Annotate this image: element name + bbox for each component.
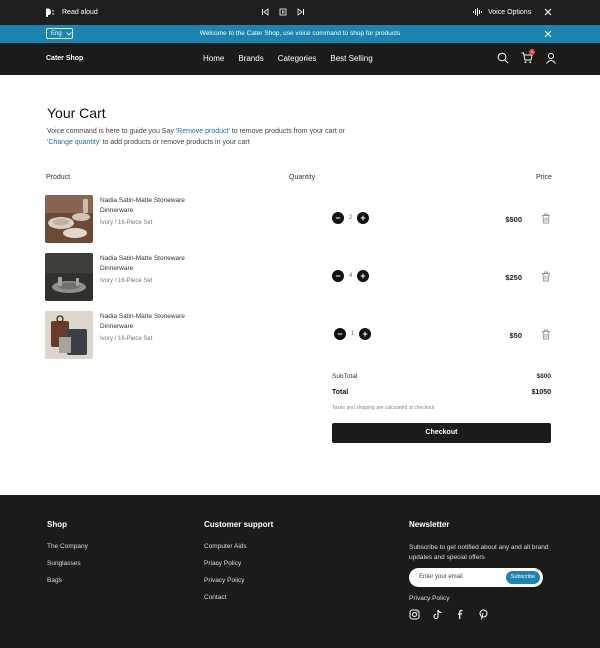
cart-item: Nadia Satin-Matte Stoneware Dinnerware I… [45,253,555,301]
plus-icon[interactable]: + [359,328,371,340]
read-aloud-control[interactable]: Read aloud [45,8,98,17]
plus-icon[interactable]: + [357,212,369,224]
page-title: Your Cart [47,105,106,121]
product-name[interactable]: Nadia Satin-Matte Stoneware Dinnerware [100,312,200,332]
column-header-product: Product [46,174,71,181]
facebook-icon[interactable] [455,609,466,620]
quantity-stepper: − 2 + [332,212,369,224]
nav-links: Home Brands Categories Best Selling [203,54,373,63]
main-nav: Cater Shop Home Brands Categories Best S… [0,43,600,75]
instructions-suffix: to add products or remove products in yo… [100,139,250,146]
product-image[interactable] [45,311,93,359]
footer-newsletter-column: Newsletter Subscribe to get notified abo… [409,520,554,620]
nav-link-brands[interactable]: Brands [238,54,263,63]
read-aloud-label: Read aloud [62,9,98,16]
product-image[interactable] [45,253,93,301]
instagram-icon[interactable] [409,609,420,620]
minus-icon[interactable]: − [332,212,344,224]
nav-link-best-selling[interactable]: Best Selling [330,54,372,63]
tiktok-icon[interactable] [432,609,443,620]
quantity-value: 4 [348,273,353,279]
footer-support-column: Customer support Computer Aids Priacy Po… [204,520,273,611]
announcement-bar: Eng Welcome to the Cater Shop, use voice… [0,25,600,43]
pinterest-icon[interactable] [478,609,489,620]
nav-link-home[interactable]: Home [203,54,224,63]
remove-product-command: 'Remove product' [175,128,230,135]
column-header-price: Price [536,174,552,181]
item-price: $250 [505,273,522,282]
plus-icon[interactable]: + [357,270,369,282]
pause-icon[interactable] [279,8,287,16]
skip-back-icon[interactable] [261,8,269,16]
skip-forward-icon[interactable] [297,8,305,16]
subtotal-value: $800 [536,373,551,380]
footer: Shop The Company Sunglasses Bags Custome… [0,495,600,648]
column-header-quantity: Quantity [289,174,316,181]
nav-icons: 1 [497,49,557,64]
checkout-button[interactable]: Checkout [332,423,551,443]
product-variant: Ivory / 16-Piece Set [100,278,153,284]
footer-link[interactable]: Privacy Policy [204,577,273,584]
voice-options-label: Voice Options [488,8,532,16]
total-value: $1050 [531,389,551,396]
quantity-stepper: − 4 + [332,270,369,282]
brand-logo[interactable]: Cater Shop [46,55,83,62]
voice-instructions: Voice command is here to guide you Say '… [47,126,347,148]
close-icon[interactable] [543,29,553,39]
minus-icon[interactable]: − [334,328,346,340]
email-input[interactable]: Enter your email [419,574,463,580]
product-variant: Ivory / 16-Piece Set [100,220,153,226]
footer-link[interactable]: Contact [204,594,273,601]
footer-link[interactable]: Computer Aids [204,543,273,550]
instructions-prefix: Voice command is here to guide you Say [47,128,176,135]
search-icon[interactable] [497,52,509,64]
nav-link-categories[interactable]: Categories [278,54,317,63]
total-label: Total [332,389,349,396]
footer-shop-column: Shop The Company Sunglasses Bags [47,520,88,594]
cart-count-badge: 1 [529,49,535,55]
user-icon[interactable] [545,52,557,64]
announcement-text: Welcome to the Cater Shop, use voice com… [199,30,401,37]
subtotal-row: SubTotal $800 [332,373,551,380]
item-price: $50 [509,331,522,340]
tax-note: Taxes and shipping are calculated at che… [332,405,435,411]
trash-icon[interactable] [541,329,551,340]
social-links [409,609,554,620]
cart-item: Nadia Satin-Matte Stoneware Dinnerware I… [45,195,555,243]
footer-newsletter-heading: Newsletter [409,520,450,529]
total-row: Total $1050 [332,389,551,396]
footer-link[interactable]: Priacy Policy [204,560,273,567]
voice-options-button[interactable]: Voice Options [473,8,531,16]
product-name[interactable]: Nadia Satin-Matte Stoneware Dinnerware [100,196,200,216]
cart-button[interactable]: 1 [521,49,535,64]
speaker-icon [46,8,54,17]
footer-link[interactable]: Sunglasses [47,560,88,567]
trash-icon[interactable] [541,271,551,282]
quantity-value: 1 [350,331,355,337]
product-image[interactable] [45,195,93,243]
subscribe-button[interactable]: Subscribe [506,571,540,584]
subtotal-label: SubTotal [332,373,358,380]
quantity-value: 2 [348,215,353,221]
playback-controls [261,8,305,16]
instructions-middle: to remove products from your cart or [229,128,345,135]
quantity-stepper: − 1 + [334,328,371,340]
newsletter-text: Subscribe to get notified about any and … [409,544,549,561]
privacy-policy-link[interactable]: Privacy Policy [409,595,554,602]
minus-icon[interactable]: − [332,270,344,282]
product-name[interactable]: Nadia Satin-Matte Stoneware Dinnerware [100,254,200,274]
item-price: $500 [505,215,522,224]
cart-item: Nadia Satin-Matte Stoneware Dinnerware I… [45,311,555,359]
accessibility-bar: Read aloud Voice Options [0,0,600,25]
close-icon[interactable] [543,7,553,17]
footer-link[interactable]: Bags [47,577,88,584]
newsletter-form: Enter your email Subscribe [409,568,543,587]
footer-support-heading: Customer support [204,520,274,529]
footer-link[interactable]: The Company [47,543,88,550]
change-quantity-command: 'Change quantity' [47,139,101,146]
voice-wave-icon [473,8,482,16]
footer-shop-heading: Shop [47,520,67,529]
product-variant: Ivory / 16-Piece Set [100,336,153,342]
trash-icon[interactable] [541,213,551,224]
